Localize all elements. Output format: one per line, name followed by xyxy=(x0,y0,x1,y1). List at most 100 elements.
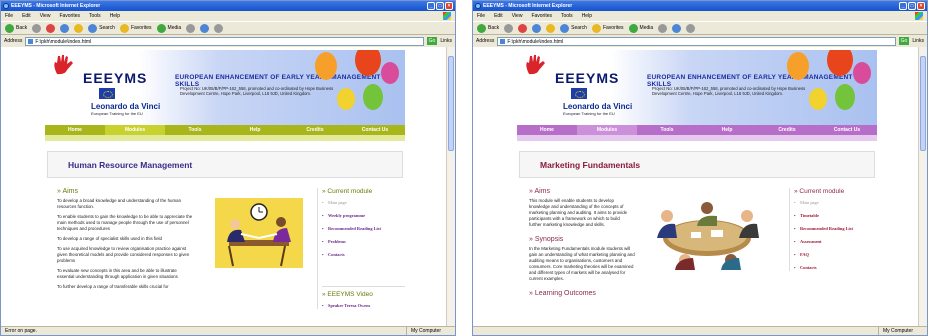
close-button[interactable]: × xyxy=(445,2,453,10)
maximize-button[interactable]: □ xyxy=(908,2,916,10)
forward-button[interactable] xyxy=(504,23,514,33)
video-link-speaker[interactable]: Speaker Teresa Owens xyxy=(322,303,405,309)
brand-logo: EEEYMS xyxy=(83,70,148,86)
back-button[interactable]: Back xyxy=(5,23,27,33)
menu-file[interactable]: File xyxy=(5,11,13,21)
nav-home[interactable]: Home xyxy=(45,125,105,135)
scrollbar-thumb[interactable] xyxy=(920,56,926,151)
module-link-faq[interactable]: FAQ xyxy=(794,252,877,258)
menu-view[interactable]: View xyxy=(40,11,51,21)
vertical-scrollbar[interactable] xyxy=(918,47,927,326)
title-bar[interactable]: EEEYMS - Microsoft Internet Explorer _ □… xyxy=(473,1,927,11)
go-button[interactable]: Go xyxy=(426,37,438,45)
nav-contact[interactable]: Contact Us xyxy=(345,125,405,135)
back-arrow-icon xyxy=(5,23,14,33)
window-title: EEEYMS - Microsoft Internet Explorer xyxy=(483,3,573,9)
back-button[interactable]: Back xyxy=(477,23,499,33)
menu-help[interactable]: Help xyxy=(110,11,120,21)
module-link-problems[interactable]: Problems xyxy=(322,239,405,245)
refresh-button[interactable] xyxy=(60,23,70,33)
windows-logo-icon xyxy=(915,12,923,20)
nav-modules[interactable]: Modules xyxy=(105,125,165,135)
title-bar[interactable]: EEEYMS - Microsoft Internet Explorer _ □… xyxy=(1,1,455,11)
favorites-button[interactable]: Favorites xyxy=(119,23,152,33)
print-button[interactable] xyxy=(214,23,224,33)
nav-modules[interactable]: Modules xyxy=(577,125,637,135)
current-module-heading: » Current module xyxy=(322,188,373,195)
menu-view[interactable]: View xyxy=(512,11,523,21)
nav-help[interactable]: Help xyxy=(697,125,757,135)
nav-tools[interactable]: Tools xyxy=(637,125,697,135)
module-link-main-page[interactable]: Main page xyxy=(322,200,405,206)
menu-tools[interactable]: Tools xyxy=(89,11,101,21)
stop-button[interactable] xyxy=(46,23,56,33)
aims-text: To use acquired knowledge to review orga… xyxy=(57,246,190,263)
minimize-button[interactable]: _ xyxy=(427,2,435,10)
search-button[interactable]: Search xyxy=(88,23,115,33)
module-link-assessment[interactable]: Assessment xyxy=(794,239,877,245)
module-link-timetable[interactable]: Timetable xyxy=(794,213,877,219)
module-link-reading-list[interactable]: Recommended Reading List xyxy=(794,226,877,232)
stop-button[interactable] xyxy=(518,23,528,33)
scrollbar-thumb[interactable] xyxy=(448,56,454,151)
home-button[interactable] xyxy=(74,23,84,33)
page-title: Human Resource Management xyxy=(47,151,403,178)
menu-favorites[interactable]: Favorites xyxy=(531,11,552,21)
nav-credits[interactable]: Credits xyxy=(285,125,345,135)
menu-file[interactable]: File xyxy=(477,11,485,21)
minimize-button[interactable]: _ xyxy=(899,2,907,10)
home-icon xyxy=(74,23,84,33)
menu-tools[interactable]: Tools xyxy=(561,11,573,21)
address-input[interactable]: F:\pkh\module\index.html xyxy=(497,36,896,46)
menu-help[interactable]: Help xyxy=(582,11,592,21)
refresh-button[interactable] xyxy=(532,23,542,33)
maximize-button[interactable]: □ xyxy=(436,2,444,10)
links-button[interactable]: Links xyxy=(912,38,924,44)
media-button[interactable]: Media xyxy=(628,23,653,33)
home-button[interactable] xyxy=(546,23,556,33)
refresh-icon xyxy=(532,23,542,33)
nav-help[interactable]: Help xyxy=(225,125,285,135)
ie-icon xyxy=(3,3,9,9)
module-link-contacts[interactable]: Contacts xyxy=(794,265,877,271)
mail-icon xyxy=(672,23,682,33)
menu-edit[interactable]: Edit xyxy=(22,11,31,21)
history-button[interactable] xyxy=(658,23,668,33)
outcomes-heading: » Learning Outcomes xyxy=(529,290,596,297)
close-button[interactable]: × xyxy=(917,2,925,10)
media-button[interactable]: Media xyxy=(156,23,181,33)
print-button[interactable] xyxy=(686,23,696,33)
nav-home[interactable]: Home xyxy=(517,125,577,135)
address-bar: Address F:\pkh\module\index.html Go Link… xyxy=(473,35,927,47)
site-page: EEEYMS Leonardo da Vinci European Trainin… xyxy=(517,50,877,326)
print-icon xyxy=(214,23,224,33)
address-input[interactable]: F:\pkh\module\index.html xyxy=(25,36,424,46)
module-link-main-page[interactable]: Main page xyxy=(794,200,877,206)
menu-favorites[interactable]: Favorites xyxy=(59,11,80,21)
brand-logo: EEEYMS xyxy=(555,70,620,86)
module-content: » Aims This module will enable students … xyxy=(517,188,877,326)
mail-button[interactable] xyxy=(200,23,210,33)
go-button[interactable]: Go xyxy=(898,37,910,45)
history-button[interactable] xyxy=(186,23,196,33)
status-bar: My Computer xyxy=(473,326,927,335)
forward-button[interactable] xyxy=(32,23,42,33)
search-button[interactable]: Search xyxy=(560,23,587,33)
nav-contact[interactable]: Contact Us xyxy=(817,125,877,135)
module-link-contacts[interactable]: Contacts xyxy=(322,252,405,258)
stop-icon xyxy=(518,23,528,33)
print-icon xyxy=(686,23,696,33)
module-link-reading-list[interactable]: Recommended Reading List xyxy=(322,226,405,232)
forward-arrow-icon xyxy=(504,23,514,33)
nav-tools[interactable]: Tools xyxy=(165,125,225,135)
vertical-scrollbar[interactable] xyxy=(446,47,455,326)
favorites-button[interactable]: Favorites xyxy=(591,23,624,33)
module-link-weekly-programme[interactable]: Weekly programme xyxy=(322,213,405,219)
page-viewport: EEEYMS Leonardo da Vinci European Trainin… xyxy=(1,47,455,326)
mail-button[interactable] xyxy=(672,23,682,33)
nav-credits[interactable]: Credits xyxy=(757,125,817,135)
menu-edit[interactable]: Edit xyxy=(494,11,503,21)
balloon-pink-icon xyxy=(853,62,871,84)
links-button[interactable]: Links xyxy=(440,38,452,44)
aims-text: To evaluate new concepts in this area an… xyxy=(57,268,178,279)
